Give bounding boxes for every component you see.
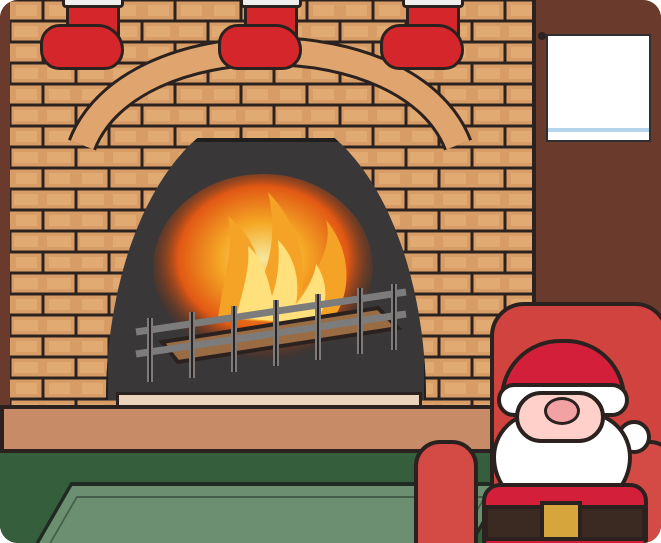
window-card[interactable] [546, 34, 651, 142]
window-pin [538, 32, 546, 40]
armchair-left-arm [414, 440, 478, 543]
fireplace-scene [0, 0, 661, 543]
santa-character[interactable] [474, 333, 661, 543]
stocking-middle[interactable] [218, 0, 312, 74]
santa-belt-buckle [540, 501, 582, 541]
stocking-right[interactable] [380, 0, 474, 74]
santa-nose [544, 397, 580, 425]
stocking-left[interactable] [40, 0, 134, 74]
